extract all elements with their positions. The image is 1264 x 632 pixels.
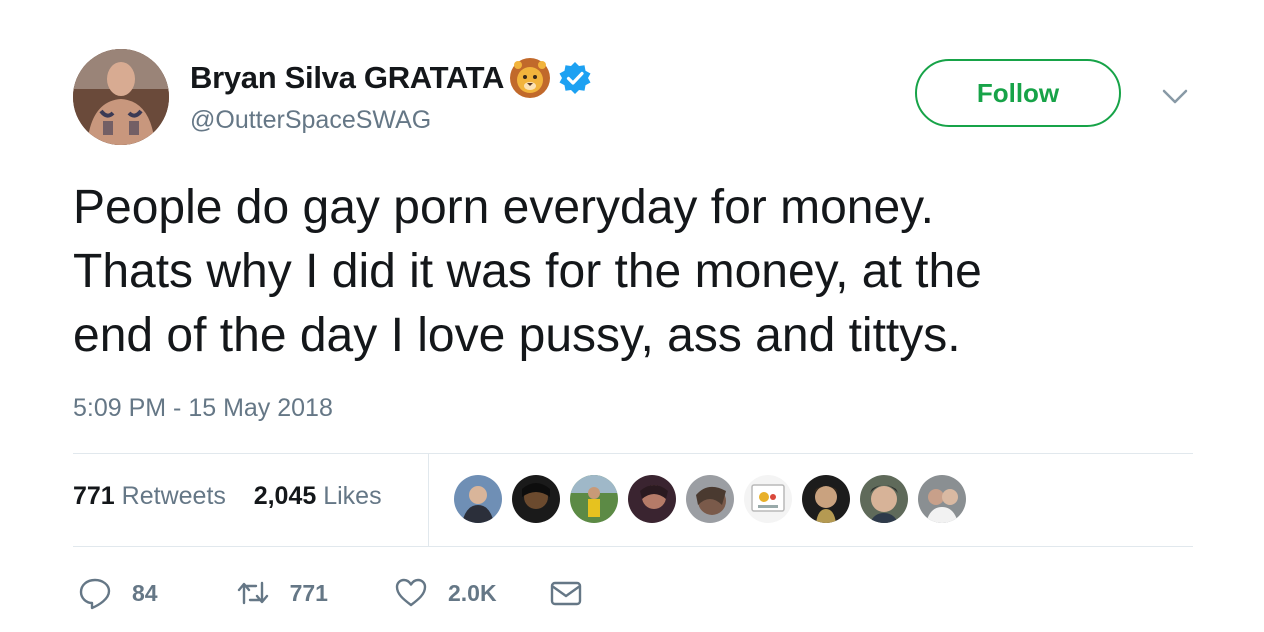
liker-avatar[interactable]	[744, 475, 792, 523]
liker-avatar[interactable]	[570, 475, 618, 523]
reply-action[interactable]: 84	[78, 576, 158, 610]
liker-avatar[interactable]	[686, 475, 734, 523]
tweet-timestamp[interactable]: 5:09 PM - 15 May 2018	[73, 394, 333, 423]
like-action[interactable]: 2.0K	[394, 576, 497, 610]
liker-avatar[interactable]	[454, 475, 502, 523]
display-name[interactable]: Bryan Silva GRATATA	[190, 56, 592, 100]
message-action[interactable]	[549, 576, 583, 610]
retweet-count: 771	[289, 579, 328, 606]
liker-avatar[interactable]	[860, 475, 908, 523]
divider	[73, 453, 1193, 454]
verified-badge-icon	[558, 61, 592, 95]
liker-avatar[interactable]	[918, 475, 966, 523]
tweet-text: People do gay porn everyday for money. T…	[73, 176, 1193, 368]
tweet-actions: 84 771 2.0K	[78, 576, 583, 610]
tweet-line: People do gay porn everyday for money.	[73, 181, 934, 234]
retweet-action[interactable]: 771	[236, 576, 328, 610]
retweet-icon	[237, 581, 268, 605]
likes-stat[interactable]: 2,045 Likes	[254, 482, 382, 510]
divider	[73, 546, 1193, 547]
retweets-count: 771	[73, 482, 115, 510]
retweets-stat[interactable]: 771 Retweets	[73, 482, 226, 510]
lion-emoji-icon	[506, 56, 554, 100]
liker-avatar[interactable]	[628, 475, 676, 523]
likes-label: Likes	[323, 482, 382, 510]
envelope-icon	[550, 581, 581, 606]
liker-avatar[interactable]	[512, 475, 560, 523]
tweet-line: Thats why I did it was for the money, at…	[73, 245, 982, 298]
reply-icon	[79, 578, 111, 610]
stats-separator	[428, 453, 429, 546]
user-handle[interactable]: @OutterSpaceSWAG	[190, 106, 431, 135]
like-count: 2.0K	[447, 579, 497, 606]
avatar[interactable]	[73, 49, 169, 145]
reply-count: 84	[132, 579, 158, 606]
retweets-label: Retweets	[121, 482, 226, 510]
display-name-text: Bryan Silva GRATATA	[190, 60, 505, 95]
chevron-down-icon[interactable]	[1160, 84, 1190, 108]
likers-avatars	[454, 475, 966, 523]
heart-icon	[395, 578, 427, 607]
follow-button[interactable]: Follow	[915, 59, 1121, 127]
likes-count: 2,045	[253, 482, 317, 510]
tweet-line: end of the day I love pussy, ass and tit…	[73, 309, 961, 362]
liker-avatar[interactable]	[802, 475, 850, 523]
tweet-stats: 771 Retweets 2,045 Likes	[73, 482, 382, 511]
